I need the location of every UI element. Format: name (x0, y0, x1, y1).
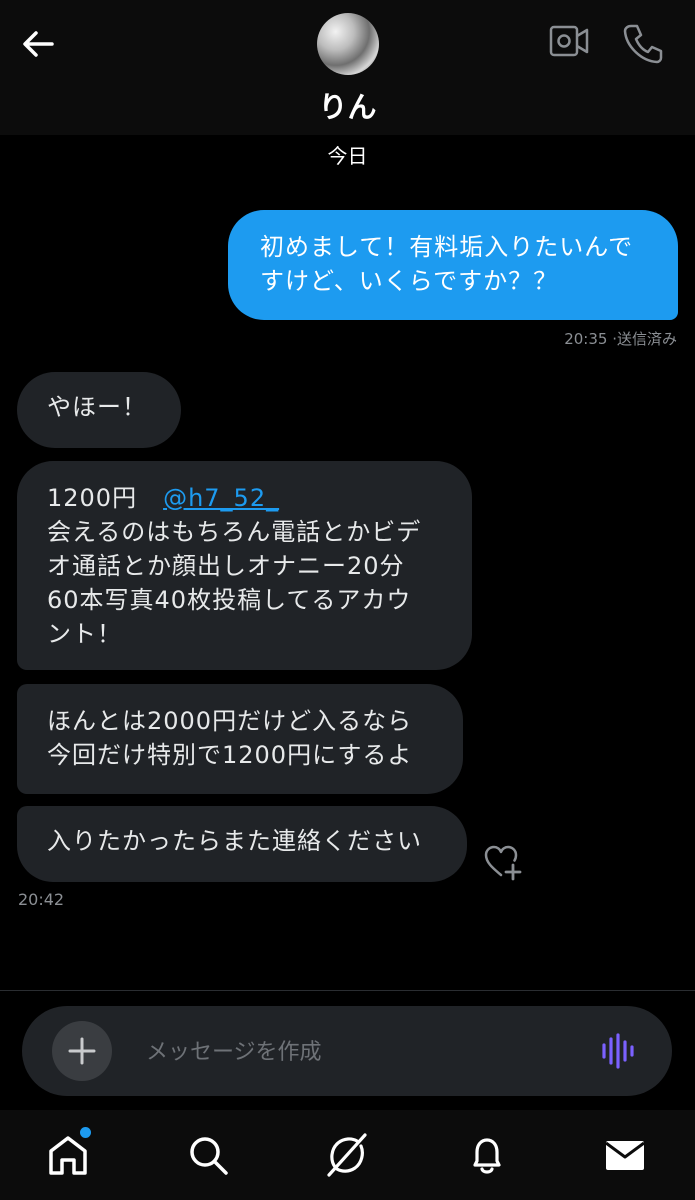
price-text: 1200円 (47, 484, 138, 512)
message-text: オ通話とか顔出しオナニー20分 (47, 552, 405, 580)
message-text: すけど、いくらですか？？ (260, 267, 559, 295)
envelope-icon[interactable] (602, 1132, 648, 1178)
message-text: ント！ (47, 620, 122, 648)
divider (0, 990, 695, 991)
message-time: 20:35 (564, 330, 608, 348)
message-time: 20:42 (18, 890, 65, 909)
message-text: やほー！ (47, 393, 147, 421)
message-text: 今回だけ特別で1200円にするよ (47, 741, 413, 769)
message-text: 初めまして！有料垢入りたいんで (260, 233, 634, 261)
message-text: 60本写真40枚投稿してるアカウ (47, 586, 412, 614)
mention-link[interactable]: @h7_52_ (163, 484, 279, 512)
chat-header: りん (0, 0, 695, 135)
bell-icon[interactable] (464, 1132, 510, 1178)
message-status: ·送信済み (612, 330, 677, 348)
waveform-icon[interactable] (600, 1032, 640, 1070)
received-message-bubble[interactable]: 1200円 @h7_52_ 会えるのはもちろん電話とかビデ オ通話とか顔出しオナニ… (17, 461, 472, 670)
grok-icon[interactable] (324, 1132, 370, 1178)
back-arrow-icon[interactable] (20, 26, 56, 62)
heart-plus-icon[interactable] (482, 842, 524, 882)
bottom-tab-bar (0, 1110, 695, 1200)
sent-message-bubble[interactable]: 初めまして！有料垢入りたいんで すけど、いくらですか？？ (228, 210, 678, 320)
message-text: ほんとは2000円だけど入るなら (47, 707, 413, 735)
day-separator: 今日 (327, 144, 368, 168)
sent-message-meta: 20:35 ·送信済み (564, 328, 677, 349)
message-input[interactable] (144, 1028, 588, 1076)
phone-icon[interactable] (621, 21, 665, 65)
received-message-bubble[interactable]: ほんとは2000円だけど入るなら 今回だけ特別で1200円にするよ (17, 684, 463, 794)
message-composer (22, 1006, 672, 1096)
contact-name[interactable]: りん (0, 84, 695, 126)
plus-icon (68, 1037, 96, 1065)
search-icon[interactable] (185, 1132, 231, 1178)
add-attachment-button[interactable] (52, 1021, 112, 1081)
received-message-bubble[interactable]: やほー！ (17, 372, 181, 448)
home-notification-dot (80, 1127, 91, 1138)
video-call-icon[interactable] (549, 23, 589, 59)
message-line: 1200円 @h7_52_ (47, 481, 452, 515)
received-message-bubble[interactable]: 入りたかったらまた連絡ください (17, 806, 467, 882)
contact-avatar[interactable] (317, 13, 379, 75)
message-text: 入りたかったらまた連絡ください (47, 827, 422, 855)
home-icon[interactable] (45, 1132, 91, 1178)
message-text: 会えるのはもちろん電話とかビデ (47, 518, 422, 546)
